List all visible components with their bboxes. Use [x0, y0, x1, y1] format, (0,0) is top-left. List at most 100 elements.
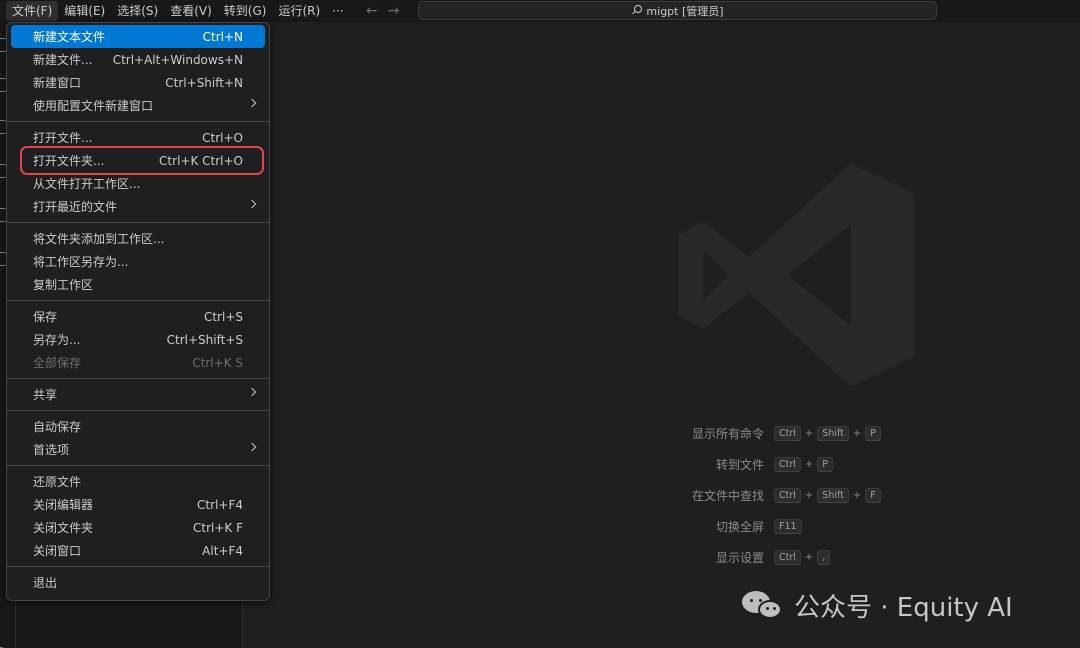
menu-item-label: 首选项 [33, 443, 70, 457]
menu-item-shortcut: Ctrl+Shift+S [166, 332, 243, 347]
forward-arrow-icon[interactable]: → [388, 3, 400, 19]
keyboard-key: F [865, 488, 881, 503]
command-center-label: migpt [管理员] [646, 4, 724, 18]
menu-item-label: 关闭窗口 [33, 544, 82, 558]
menu-item-shortcut: Alt+F4 [202, 543, 243, 558]
back-arrow-icon[interactable]: ← [366, 3, 378, 19]
file-menu-item[interactable]: 保存 Ctrl+S [11, 305, 265, 328]
file-menu-item[interactable]: 共享 [11, 383, 265, 406]
menu-separator [7, 465, 269, 466]
menu-item-label: 将文件夹添加到工作区... [33, 232, 165, 246]
shortcut-hints: 显示所有命令 Ctrl + Shift + P 转到文件 Ctrl + P 在文件中查找 Ctrl + S… [643, 418, 943, 573]
file-menu-item[interactable]: 关闭编辑器 Ctrl+F4 [11, 493, 265, 516]
plus-glyph: + [804, 490, 814, 501]
shortcut-keys: F11 [774, 519, 802, 534]
menu-item-shortcut: Ctrl+S [203, 309, 243, 324]
menu-item-shortcut: Ctrl+K Ctrl+O [159, 153, 243, 168]
menu-item-shortcut: Ctrl+K F [193, 520, 243, 535]
menu-item-label: 保存 [33, 310, 58, 324]
file-menu-item[interactable]: 复制工作区 [11, 273, 265, 296]
file-menu-item[interactable]: 新建文件... Ctrl+Alt+Windows+N [11, 48, 265, 71]
shortcut-keys: Ctrl + Shift + F [774, 488, 881, 503]
menu-item-label: 关闭编辑器 [33, 498, 94, 512]
file-menu-item[interactable]: 新建文本文件 Ctrl+N [11, 25, 265, 48]
shortcut-label: 显示设置 [715, 551, 764, 565]
menu-item-label: 全部保存 [33, 356, 82, 370]
menu-item-label: 打开文件夹... [33, 154, 105, 168]
watermark: 公众号 · Equity AI [742, 588, 1013, 623]
file-menu-item[interactable]: 打开文件... Ctrl+O [11, 126, 265, 149]
file-menu-item[interactable]: 打开最近的文件 [11, 195, 265, 218]
chevron-right-icon [247, 199, 257, 209]
file-menu-item[interactable]: 将文件夹添加到工作区... [11, 227, 265, 250]
menu-item[interactable]: 编辑(E) [58, 1, 111, 21]
file-menu-item[interactable]: 打开文件夹... Ctrl+K Ctrl+O [20, 146, 264, 175]
plus-glyph: + [804, 428, 814, 439]
keyboard-key: Ctrl [774, 550, 801, 565]
plus-glyph: + [852, 428, 862, 439]
menu-item[interactable]: 选择(S) [111, 1, 164, 21]
command-center[interactable]: migpt [管理员] [418, 1, 937, 20]
file-menu-item[interactable]: 退出 [11, 571, 265, 594]
menu-item-label: 新建文件... [33, 53, 93, 67]
plus-glyph: + [804, 552, 814, 563]
menu-separator [7, 300, 269, 301]
file-menu-item[interactable]: 新建窗口 Ctrl+Shift+N [11, 71, 265, 94]
vscode-logo-icon [678, 163, 915, 387]
file-menu-item[interactable]: 另存为... Ctrl+Shift+S [11, 328, 265, 351]
menu-item-shortcut: Ctrl+O [202, 130, 243, 145]
watermark-text: 公众号 · Equity AI [794, 592, 1013, 623]
wechat-icon [742, 588, 786, 622]
menu-item-label: 退出 [33, 576, 58, 590]
plus-glyph: + [804, 459, 814, 470]
keyboard-key: P [865, 426, 882, 441]
shortcut-row: 显示设置 Ctrl +, [643, 542, 943, 573]
keyboard-key: Shift [817, 426, 849, 441]
shortcut-keys: Ctrl + P [774, 457, 834, 472]
menu-separator [7, 222, 269, 223]
file-menu-item[interactable]: 关闭文件夹 Ctrl+K F [11, 516, 265, 539]
menu-item-shortcut: Ctrl+F4 [197, 497, 243, 512]
title-bar: 文件(F) 编辑(E) 选择(S) 查看(V) 转到(G) 运行(R) ··· ← → mi… [0, 0, 1080, 22]
menu-item-shortcut: Ctrl+Alt+Windows+N [112, 52, 243, 67]
file-menu-item[interactable]: 关闭窗口 Alt+F4 [11, 539, 265, 562]
file-menu-item[interactable]: 首选项 [11, 438, 265, 461]
menu-separator [7, 378, 269, 379]
keyboard-key: P [817, 457, 834, 472]
keyboard-key: Ctrl [774, 457, 801, 472]
file-menu-item[interactable]: 将工作区另存为... [11, 250, 265, 273]
menu-item-label: 打开文件... [33, 131, 93, 145]
shortcut-label: 在文件中查找 [691, 489, 764, 503]
file-menu-item[interactable]: 还原文件 [11, 470, 265, 493]
file-menu-dropdown: 新建文本文件 Ctrl+N 新建文件... Ctrl+Alt+Windows+N 新建窗… [6, 22, 270, 601]
shortcut-row: 在文件中查找 Ctrl + Shift + F [643, 480, 943, 511]
keyboard-key: , [817, 550, 831, 565]
menu-item-label: 关闭文件夹 [33, 521, 94, 535]
file-menu-item[interactable]: 使用配置文件新建窗口 [11, 94, 265, 117]
shortcut-row: 显示所有命令 Ctrl + Shift + P [643, 418, 943, 449]
shortcut-label: 显示所有命令 [691, 427, 764, 441]
menu-item[interactable]: 转到(G) [218, 1, 273, 21]
menu-item-label: 另存为... [33, 333, 81, 347]
menu-item-label: 将工作区另存为... [33, 255, 129, 269]
shortcut-keys: Ctrl +, [774, 550, 831, 565]
shortcut-row: 转到文件 Ctrl + P [643, 449, 943, 480]
menu-item[interactable]: 运行(R) [272, 1, 326, 21]
menu-separator [7, 121, 269, 122]
menu-item-label: 使用配置文件新建窗口 [33, 99, 154, 113]
menu-item-label: 共享 [33, 388, 58, 402]
plus-glyph: + [852, 490, 862, 501]
more-menu-icon[interactable]: ··· [326, 1, 349, 21]
menu-item-shortcut: Ctrl+N [202, 29, 243, 44]
keyboard-key: Ctrl [774, 488, 801, 503]
file-menu-item[interactable]: 自动保存 [11, 415, 265, 438]
menu-item[interactable]: 文件(F) [6, 1, 59, 21]
shortcut-keys: Ctrl + Shift + P [774, 426, 882, 441]
menu-item-label: 新建窗口 [33, 76, 82, 90]
chevron-right-icon [247, 442, 257, 452]
menu-item-label: 还原文件 [33, 475, 82, 489]
menu-item[interactable]: 查看(V) [164, 1, 218, 21]
menu-item-label: 新建文本文件 [33, 30, 106, 44]
menu-item-label: 从文件打开工作区... [33, 177, 141, 191]
file-menu-item[interactable]: 从文件打开工作区... [11, 172, 265, 195]
